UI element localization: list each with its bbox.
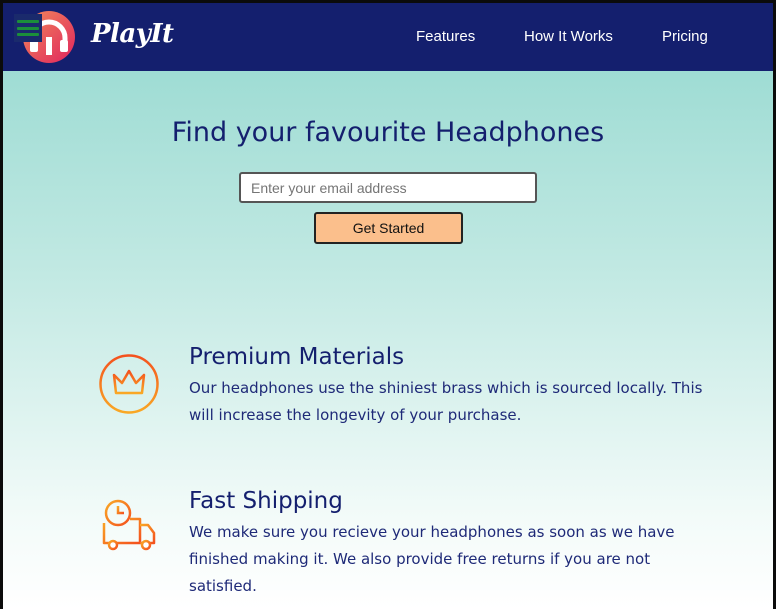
navbar: PlayIt Features How It Works Pricing xyxy=(3,3,773,71)
hero-title: Find your favourite Headphones xyxy=(171,117,605,148)
nav-link-features[interactable]: Features xyxy=(416,28,475,45)
hamburger-menu-icon[interactable] xyxy=(14,14,42,42)
brand-name[interactable]: PlayIt xyxy=(91,19,174,49)
email-input[interactable] xyxy=(239,172,537,203)
menu-bar xyxy=(17,33,39,36)
menu-bar xyxy=(17,20,39,23)
nav-link-pricing[interactable]: Pricing xyxy=(662,28,708,45)
feature-text: We make sure you recieve your headphones… xyxy=(189,523,675,595)
feature-title: Premium Materials xyxy=(189,344,405,370)
menu-bar xyxy=(17,26,39,30)
crown-icon xyxy=(99,354,159,414)
delivery-truck-icon xyxy=(102,499,156,551)
page-frame: PlayIt Features How It Works Pricing Fin… xyxy=(3,3,773,609)
feature-title: Fast Shipping xyxy=(189,488,343,514)
feature-text: Our headphones use the shiniest brass wh… xyxy=(189,379,703,424)
nav-link-how-it-works[interactable]: How It Works xyxy=(524,28,613,45)
get-started-button[interactable]: Get Started xyxy=(314,212,463,244)
